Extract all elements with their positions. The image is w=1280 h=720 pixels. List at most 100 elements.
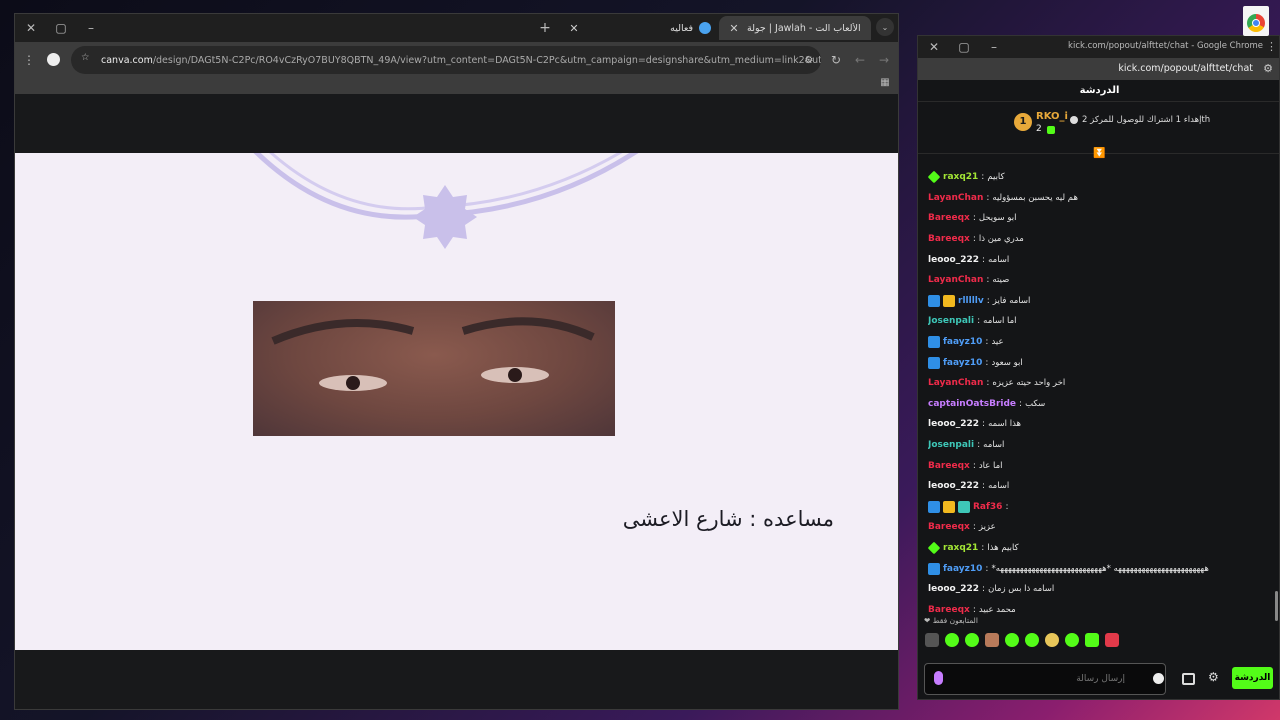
chat-username[interactable]: Josenpali xyxy=(928,440,974,450)
emote-green-laugh[interactable] xyxy=(1005,633,1019,647)
chat-username[interactable]: Josenpali xyxy=(928,316,974,326)
chat-message: leooo_222: هذا اسمه xyxy=(928,414,1273,435)
new-tab-button[interactable]: + xyxy=(535,18,555,38)
chat-message-input[interactable] xyxy=(924,663,1166,695)
chat-text: مدري مين ذا xyxy=(978,234,1024,245)
tab-jawlah[interactable]: ✕ جولة | Jawlah - منصة الألعاب الت xyxy=(719,16,871,40)
chat-message: captainOatsBride: سكب xyxy=(928,394,1273,415)
chat-separator: : xyxy=(977,316,981,327)
reload-icon[interactable]: ↻ xyxy=(826,50,846,70)
chat-username[interactable]: LayanChan xyxy=(928,275,983,285)
chat-username[interactable]: Bareeqx xyxy=(928,461,970,471)
chat-message: rlllllv: اسامه فايز xyxy=(928,291,1273,312)
popout-url: kick.com/popout/alfttet/chat xyxy=(1118,63,1253,74)
heart-icon: ❤ xyxy=(924,616,931,625)
emote-face[interactable] xyxy=(985,633,999,647)
microphone-icon[interactable] xyxy=(934,671,943,685)
crown-badge-icon xyxy=(943,500,955,513)
chat-username[interactable]: captainOatsBride xyxy=(928,399,1016,409)
emote-green-eye[interactable] xyxy=(965,633,979,647)
browser-window: ✕ ▢ – + ✕ فعاليه ✕ جولة | Jawlah - منصة … xyxy=(14,13,899,710)
chat-text: سكب xyxy=(1025,398,1046,409)
menu-dots-icon[interactable]: ⋮ xyxy=(19,50,39,70)
send-chat-button[interactable]: الدردشة xyxy=(1232,667,1273,689)
sub-badge-icon xyxy=(928,356,940,369)
emote-green-face[interactable] xyxy=(945,633,959,647)
emote-green-grin[interactable] xyxy=(1025,633,1039,647)
chat-separator: : xyxy=(981,542,985,553)
chat-separator: : xyxy=(981,172,985,183)
chrome-desktop-icon[interactable] xyxy=(1243,6,1269,36)
chat-username[interactable]: Bareeqx xyxy=(928,605,970,615)
pinned-user[interactable]: RKO_i xyxy=(1036,111,1068,122)
chat-username[interactable]: LayanChan xyxy=(928,193,983,203)
chat-message: raxq21: كابيم هذا xyxy=(928,538,1273,559)
emote-red-face[interactable] xyxy=(1105,633,1119,647)
chat-username[interactable]: faayz10 xyxy=(943,358,982,368)
chat-text: عزيز xyxy=(978,522,996,533)
chat-username[interactable]: Bareeqx xyxy=(928,522,970,532)
chat-message: LayanChan: اخر واحد حيته عزيزه xyxy=(928,373,1273,394)
store-icon[interactable] xyxy=(1182,673,1195,685)
close-window-button[interactable]: ✕ xyxy=(924,37,944,57)
scrollbar-thumb[interactable] xyxy=(1275,591,1278,621)
chat-username[interactable]: faayz10 xyxy=(943,564,982,574)
close-window-button[interactable]: ✕ xyxy=(21,18,41,38)
chat-username[interactable]: leooo_222 xyxy=(928,419,979,429)
minimize-window-button[interactable]: – xyxy=(81,18,101,38)
chat-input-row: ⚙ الدردشة xyxy=(924,663,1274,695)
bookmark-star-icon[interactable]: ☆ xyxy=(81,52,90,63)
emote-green-smile[interactable] xyxy=(1065,633,1079,647)
pinned-count: 2 xyxy=(1036,124,1042,134)
chat-username[interactable]: leooo_222 xyxy=(928,584,979,594)
maximize-window-button[interactable]: ▢ xyxy=(51,18,71,38)
chat-username[interactable]: Raf36 xyxy=(973,502,1002,512)
emote-green-cup[interactable] xyxy=(1085,633,1099,647)
chat-message: leooo_222: اسامه xyxy=(928,476,1273,497)
site-settings-icon[interactable]: ⚙ xyxy=(799,50,819,70)
chat-username[interactable]: Bareeqx xyxy=(928,213,970,223)
chat-username[interactable]: leooo_222 xyxy=(928,255,979,265)
chrome-logo-center xyxy=(1252,19,1260,27)
chat-username[interactable]: raxq21 xyxy=(943,172,978,182)
popout-address-bar[interactable]: kick.com/popout/alfttet/chat ⚙ xyxy=(918,58,1279,80)
chat-text: هم ليه يحسبن بمسؤوليه xyxy=(992,192,1078,203)
chat-text: عيد xyxy=(991,337,1004,348)
chat-messages: raxq21: كابيم LayanChan: هم ليه يحسبن بمسؤو… xyxy=(928,167,1273,619)
chat-text: صيته xyxy=(992,275,1010,286)
chat-username[interactable]: faayz10 xyxy=(943,337,982,347)
gear-icon[interactable]: ⚙ xyxy=(1208,670,1219,684)
close-tab-icon[interactable]: ✕ xyxy=(567,22,581,35)
site-settings-icon[interactable]: ⚙ xyxy=(1263,62,1273,75)
emoji-icon[interactable] xyxy=(1153,673,1164,684)
info-icon xyxy=(1070,116,1078,124)
chat-username[interactable]: rlllllv xyxy=(958,296,984,306)
chat-header: الدردشة xyxy=(918,80,1279,102)
menu-dots-icon[interactable]: ⋮ xyxy=(1266,40,1277,53)
profile-avatar[interactable] xyxy=(47,53,60,66)
chat-username[interactable]: raxq21 xyxy=(943,543,978,553)
chat-separator: : xyxy=(985,563,989,574)
tab-search-button[interactable]: ⌄ xyxy=(876,18,894,36)
chat-separator: : xyxy=(972,234,976,245)
chat-username[interactable]: leooo_222 xyxy=(928,481,979,491)
sub-badge-icon xyxy=(928,336,940,349)
apps-grid-icon[interactable]: ▦ xyxy=(875,72,895,92)
back-icon[interactable]: ← xyxy=(850,50,870,70)
emote-avatar[interactable] xyxy=(925,633,939,647)
maximize-window-button[interactable]: ▢ xyxy=(954,37,974,57)
scroll-down-icon[interactable]: ⏬ xyxy=(1093,148,1105,159)
chat-username[interactable]: Bareeqx xyxy=(928,234,970,244)
chat-text: اخر واحد حيته عزيزه xyxy=(992,378,1066,389)
chat-username[interactable]: LayanChan xyxy=(928,378,983,388)
emote-burger[interactable] xyxy=(1045,633,1059,647)
followers-only-label: المتابعون فقط xyxy=(932,616,978,625)
minimize-window-button[interactable]: – xyxy=(984,37,1004,57)
tab-faaliyah[interactable]: ✕ فعاليه xyxy=(559,16,719,40)
close-tab-icon[interactable]: ✕ xyxy=(727,22,741,35)
chat-message: LayanChan: صيته xyxy=(928,270,1273,291)
pinned-text-row: إهداء 1 اشتراك للوصول للمركز 2th xyxy=(1082,115,1210,125)
address-bar[interactable]: ☆ canva.com/design/DAGt5N-C2Pc/RO4vCzRyO… xyxy=(71,46,821,74)
forward-icon[interactable]: → xyxy=(874,50,894,70)
chat-separator: : xyxy=(1019,398,1023,409)
